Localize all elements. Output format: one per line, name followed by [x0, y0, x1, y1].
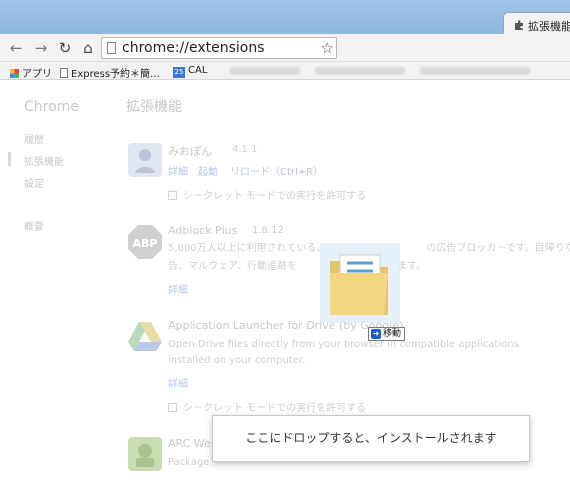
tab-title: 拡張機能: [528, 20, 570, 33]
star-icon[interactable]: ☆: [321, 38, 334, 58]
page-title: 拡張機能: [126, 99, 182, 115]
sidebar-item-history[interactable]: 履歴: [24, 131, 44, 146]
extension-version: 1.8.12: [252, 225, 284, 236]
incognito-checkbox[interactable]: シークレット モードでの実行を許可する: [168, 399, 366, 414]
svg-text:ABP: ABP: [133, 237, 158, 250]
details-link[interactable]: 詳細: [168, 281, 188, 296]
extension-icon-miopon: [128, 143, 162, 177]
move-indicator: ➜ 移動: [368, 327, 406, 341]
arc-welder-icon: [128, 437, 162, 471]
apps-icon: [10, 69, 19, 78]
page-icon: [107, 42, 116, 54]
sidebar-selection-marker: [8, 152, 11, 166]
home-icon[interactable]: ⌂: [80, 40, 96, 56]
bookmark-express[interactable]: Express予約＊簡…: [60, 65, 160, 80]
extension-description: Package: [168, 457, 210, 468]
extension-version: 4.1.1: [232, 144, 258, 155]
tab-strip: 拡張機能: [0, 0, 570, 36]
sidebar-title: Chrome: [24, 99, 79, 115]
blurred-bookmark[interactable]: [230, 67, 300, 75]
adblock-abp-icon: ABP: [128, 225, 162, 259]
toolbar: ← → ↻ ⌂ chrome://extensions ☆: [0, 34, 570, 62]
checkbox-box[interactable]: [168, 403, 177, 412]
sidebar-item-extensions[interactable]: 拡張機能: [24, 153, 64, 168]
address-text: chrome://extensions: [122, 40, 265, 56]
sidebar-item-settings[interactable]: 設定: [24, 175, 44, 190]
extension-name: みおぽん: [168, 145, 212, 158]
extension-description: Open Drive files directly from your brow…: [168, 339, 519, 366]
extension-name: Adblock Plus: [168, 224, 238, 237]
bookmark-apps[interactable]: アプリ: [10, 65, 52, 80]
details-link[interactable]: 詳細: [168, 375, 188, 390]
forward-arrow-icon[interactable]: →: [33, 40, 49, 56]
calendar-icon: 25: [173, 67, 185, 78]
back-arrow-icon[interactable]: ←: [8, 40, 24, 56]
dragged-folder-icon[interactable]: [320, 243, 400, 323]
reload-icon[interactable]: ↻: [57, 40, 73, 56]
address-bar[interactable]: chrome://extensions ☆: [101, 37, 337, 59]
google-drive-icon: [128, 322, 162, 351]
incognito-checkbox[interactable]: シークレット モードでの実行を許可する: [168, 187, 366, 202]
launch-link[interactable]: 起動: [198, 163, 218, 178]
drop-install-tooltip[interactable]: ここにドロップすると、インストールされます: [212, 415, 530, 462]
tab-extensions[interactable]: 拡張機能: [503, 12, 570, 36]
bookmark-cal[interactable]: 25 CAL: [173, 65, 207, 78]
blurred-bookmark[interactable]: [420, 67, 530, 75]
reload-link[interactable]: リロード（Ctrl+R）: [230, 163, 323, 178]
details-link[interactable]: 詳細: [168, 163, 188, 178]
extension-name: ARC We: [168, 437, 211, 450]
page-icon: [60, 68, 68, 78]
blurred-bookmark[interactable]: [315, 67, 405, 75]
sidebar-item-about[interactable]: 概要: [24, 218, 44, 233]
puzzle-icon: [515, 20, 523, 30]
move-arrow-icon: ➜: [371, 329, 381, 339]
checkbox-box[interactable]: [168, 191, 177, 200]
bookmarks-bar: アプリ Express予約＊簡… 25 CAL: [0, 62, 570, 80]
